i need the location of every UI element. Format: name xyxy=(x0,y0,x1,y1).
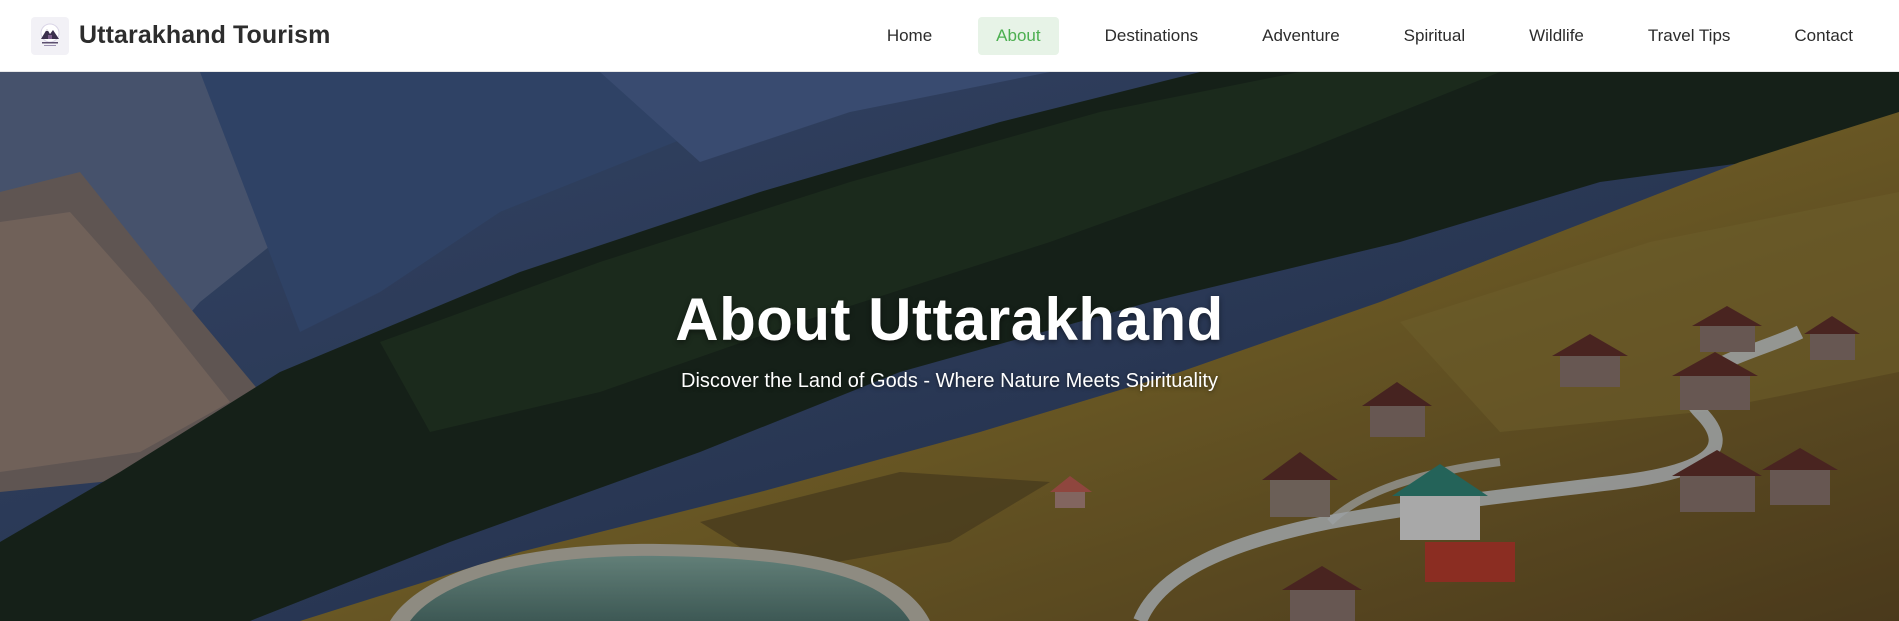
hero-content: About Uttarakhand Discover the Land of G… xyxy=(0,286,1899,392)
nav-about[interactable]: About xyxy=(978,17,1059,55)
nav-contact[interactable]: Contact xyxy=(1776,17,1870,55)
hero-section: About Uttarakhand Discover the Land of G… xyxy=(0,72,1899,621)
nav-adventure[interactable]: Adventure xyxy=(1244,17,1358,55)
hero-title: About Uttarakhand xyxy=(675,286,1224,353)
brand[interactable]: Uttarakhand Tourism xyxy=(31,16,330,55)
nav-wildlife[interactable]: Wildlife xyxy=(1511,17,1602,55)
main-nav: Home About Destinations Adventure Spirit… xyxy=(841,0,1899,72)
nav-destinations[interactable]: Destinations xyxy=(1087,17,1217,55)
hero-subtitle: Discover the Land of Gods - Where Nature… xyxy=(681,370,1218,392)
nav-travel-tips[interactable]: Travel Tips xyxy=(1630,17,1749,55)
nav-home[interactable]: Home xyxy=(869,17,950,55)
brand-title[interactable]: Uttarakhand Tourism xyxy=(79,21,330,50)
site-header: Uttarakhand Tourism Home About Destinati… xyxy=(0,0,1899,72)
mountain-temple-logo-icon[interactable] xyxy=(31,16,69,55)
nav-spiritual[interactable]: Spiritual xyxy=(1386,17,1483,55)
